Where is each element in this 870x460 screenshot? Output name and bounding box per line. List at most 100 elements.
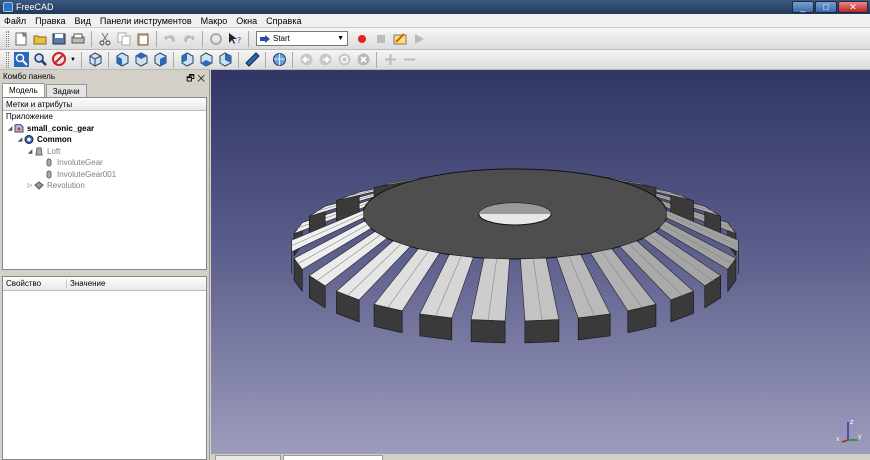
menu-macro[interactable]: Макро xyxy=(201,16,228,26)
menu-view[interactable]: Вид xyxy=(75,16,91,26)
panel-float-close-icon[interactable]: 🗗 ✕ xyxy=(186,71,205,87)
axis-cross-icon: z y x xyxy=(836,418,862,443)
axonometric-view-icon[interactable] xyxy=(87,52,103,68)
window-title: FreeCAD xyxy=(16,2,54,12)
window-controls: _ □ ✕ xyxy=(792,1,868,13)
expand-triangle-icon[interactable]: ◢ xyxy=(6,125,14,132)
gear-tooth-end xyxy=(470,319,506,344)
tree-header: Метки и атрибуты xyxy=(3,98,206,111)
gear-icon xyxy=(46,170,52,179)
revolve-icon xyxy=(34,181,44,190)
panel-tabs: Модель Задачи xyxy=(0,83,209,97)
gear-tooth-end xyxy=(524,319,560,344)
combo-panel-title-label: Комбо панель xyxy=(3,72,55,81)
edit-macro-icon[interactable] xyxy=(392,31,408,47)
undo-icon[interactable] xyxy=(162,31,178,47)
zoom-in-icon[interactable] xyxy=(382,52,398,68)
tree-item-involute-gear[interactable]: InvoluteGear xyxy=(3,157,206,169)
menu-toolbars[interactable]: Панели инструментов xyxy=(100,16,192,26)
tree-item-common[interactable]: ◢ Common xyxy=(3,134,206,146)
combo-panel: Комбо панель 🗗 ✕ Модель Задачи Метки и а… xyxy=(0,70,210,460)
draw-style-icon[interactable] xyxy=(51,52,67,68)
front-view-icon[interactable] xyxy=(114,52,130,68)
menu-windows[interactable]: Окна xyxy=(236,16,257,26)
back-arrow-icon[interactable] xyxy=(298,52,314,68)
document-tab-bar xyxy=(211,454,870,460)
web-browser-icon[interactable] xyxy=(271,52,287,68)
run-macro-icon[interactable] xyxy=(411,31,427,47)
gear-tooth-end xyxy=(577,313,611,341)
tree-item-loft[interactable]: ◢ Loft xyxy=(3,146,206,158)
document-icon xyxy=(14,123,24,133)
zoom-out-icon[interactable] xyxy=(401,52,417,68)
record-macro-icon[interactable] xyxy=(354,31,370,47)
toolbar-grip[interactable] xyxy=(6,30,9,47)
cut-icon[interactable] xyxy=(97,31,113,47)
paste-icon[interactable] xyxy=(135,31,151,47)
rear-view-icon[interactable] xyxy=(179,52,195,68)
stop-loading-icon[interactable] xyxy=(355,52,371,68)
print-icon[interactable] xyxy=(70,31,86,47)
gear-tooth-end xyxy=(419,313,453,341)
tab-tasks[interactable]: Задачи xyxy=(45,84,87,97)
expand-triangle-icon[interactable]: ◢ xyxy=(16,136,24,143)
menu-edit[interactable]: Правка xyxy=(35,16,65,26)
menu-file[interactable]: Файл xyxy=(4,16,26,26)
gear-tooth xyxy=(470,257,510,322)
whats-this-icon[interactable]: ? xyxy=(227,31,243,47)
forward-arrow-icon[interactable] xyxy=(317,52,333,68)
tree-item-application[interactable]: Приложение xyxy=(3,111,206,123)
minimize-button[interactable]: _ xyxy=(792,1,814,13)
axis-x-label: x xyxy=(836,436,840,443)
loft-icon xyxy=(35,147,43,156)
3d-viewport[interactable]: z y x xyxy=(211,70,870,454)
fit-all-icon[interactable] xyxy=(13,52,29,68)
property-column-header[interactable]: Свойство xyxy=(3,279,67,288)
toolbar-grip[interactable] xyxy=(6,51,9,68)
copy-icon[interactable] xyxy=(116,31,132,47)
tree-item-involute-gear-001[interactable]: InvoluteGear001 xyxy=(3,169,206,181)
model-tree: Метки и атрибуты Приложение ◢ small_coni… xyxy=(2,97,207,270)
gear-icon xyxy=(46,158,52,167)
right-view-icon[interactable] xyxy=(152,52,168,68)
save-icon[interactable] xyxy=(51,31,67,47)
axis-z-label: z xyxy=(850,418,854,426)
expand-triangle-icon[interactable]: ◢ xyxy=(26,148,34,155)
menu-bar: Файл Правка Вид Панели инструментов Макр… xyxy=(0,14,870,28)
document-tab-start[interactable] xyxy=(215,455,281,460)
top-view-icon[interactable] xyxy=(133,52,149,68)
open-folder-icon[interactable] xyxy=(32,31,48,47)
boolean-common-icon xyxy=(24,135,34,145)
tab-model[interactable]: Модель xyxy=(2,83,45,97)
main-toolbar: ? Start ▼ xyxy=(0,28,870,50)
refresh-icon[interactable] xyxy=(208,31,224,47)
left-view-icon[interactable] xyxy=(217,52,233,68)
collapsed-triangle-icon[interactable]: ▷ xyxy=(26,182,34,189)
menu-help[interactable]: Справка xyxy=(266,16,301,26)
redo-icon[interactable] xyxy=(181,31,197,47)
new-file-icon[interactable] xyxy=(13,31,29,47)
chevron-down-icon[interactable]: ▼ xyxy=(70,52,76,68)
tree-item-document[interactable]: ◢ small_conic_gear xyxy=(3,123,206,135)
axis-y-label: y xyxy=(858,433,862,440)
document-tab-gear[interactable] xyxy=(283,455,383,460)
close-button[interactable]: ✕ xyxy=(838,1,868,13)
property-view: Свойство Значение xyxy=(2,276,207,460)
view-toolbar: ▼ xyxy=(0,50,870,70)
bottom-view-icon[interactable] xyxy=(198,52,214,68)
measure-distance-icon[interactable] xyxy=(244,52,260,68)
title-bar: FreeCAD _ □ ✕ xyxy=(0,0,870,14)
combo-panel-title: Комбо панель 🗗 ✕ xyxy=(0,70,209,83)
reload-icon[interactable] xyxy=(336,52,352,68)
conic-gear-model[interactable] xyxy=(211,70,870,454)
maximize-button[interactable]: □ xyxy=(815,1,837,13)
chevron-down-icon: ▼ xyxy=(337,35,344,42)
property-view-header: Свойство Значение xyxy=(3,277,206,291)
fit-selection-icon[interactable] xyxy=(32,52,48,68)
value-column-header[interactable]: Значение xyxy=(67,279,105,288)
gear-tooth xyxy=(520,257,560,322)
tree-item-revolution[interactable]: ▷ Revolution xyxy=(3,180,206,192)
workbench-selector-value: Start xyxy=(273,34,290,43)
stop-macro-icon[interactable] xyxy=(373,31,389,47)
workbench-selector[interactable]: Start ▼ xyxy=(256,31,348,46)
